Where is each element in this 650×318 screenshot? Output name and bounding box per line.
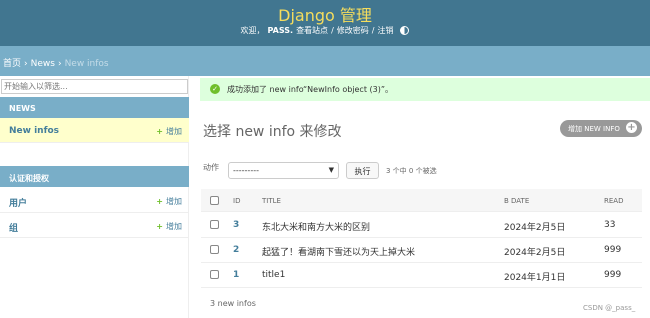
username: PASS. bbox=[267, 26, 294, 35]
site-brand[interactable]: Django 管理 bbox=[0, 2, 650, 26]
watermark: CSDN @_pass_ bbox=[583, 304, 636, 312]
result-count: 3 new infos bbox=[210, 299, 256, 308]
sidebar-item-label[interactable]: 组 bbox=[9, 224, 18, 234]
row-title: title1 bbox=[262, 270, 286, 280]
row-title: 东北大米和南方大米的区别 bbox=[262, 223, 371, 233]
add-new-info-button[interactable]: 增加 NEW INFO + bbox=[560, 120, 642, 137]
select-all-checkbox[interactable] bbox=[210, 196, 219, 205]
row-date: 2024年2月5日 bbox=[504, 248, 566, 258]
add-group-link[interactable]: + 增加 bbox=[156, 221, 182, 232]
row-date: 2024年1月1日 bbox=[504, 273, 566, 283]
add-user-link[interactable]: + 增加 bbox=[156, 196, 182, 207]
row-id-link[interactable]: 3 bbox=[233, 220, 239, 230]
change-password-link[interactable]: 修改密码 bbox=[337, 25, 369, 36]
sidebar-filter-input[interactable] bbox=[1, 79, 188, 94]
breadcrumb-current: New infos bbox=[64, 59, 109, 69]
row-date: 2024年2月5日 bbox=[504, 223, 566, 233]
table-row: 2 起猛了！看湖南下雪还以为天上掉大米 2024年2月5日 999 bbox=[201, 238, 642, 263]
separator: / bbox=[371, 26, 375, 35]
view-site-link[interactable]: 查看站点 bbox=[296, 25, 328, 36]
row-read: 999 bbox=[604, 245, 622, 255]
plus-icon: + bbox=[156, 197, 163, 206]
table-header: ID TITLE B DATE READ bbox=[201, 189, 642, 212]
nav-sidebar: NEWS New infos +增加 认证和授权 用户 +增加 组 +增加 bbox=[0, 76, 189, 318]
sidebar-item-label[interactable]: New infos bbox=[9, 126, 59, 136]
row-checkbox[interactable] bbox=[210, 270, 219, 279]
selection-counter: 3 个中 0 个被选 bbox=[386, 167, 437, 175]
breadcrumb: 首页 › News › New infos bbox=[0, 46, 650, 76]
breadcrumb-home[interactable]: 首页 bbox=[3, 59, 21, 69]
plus-icon: + bbox=[156, 222, 163, 231]
chevron-down-icon: ▼ bbox=[328, 166, 334, 174]
module-caption-news[interactable]: NEWS bbox=[0, 97, 189, 118]
module-caption-auth[interactable]: 认证和授权 bbox=[0, 166, 189, 187]
column-header-read[interactable]: READ bbox=[604, 197, 623, 205]
theme-toggle-icon[interactable] bbox=[400, 26, 410, 35]
row-id-link[interactable]: 1 bbox=[233, 270, 239, 280]
success-message: ✓ 成功添加了 new info“NewInfo object (3)”。 bbox=[200, 78, 650, 101]
column-header-id[interactable]: ID bbox=[233, 197, 240, 205]
actions-label: 动作 bbox=[203, 163, 219, 172]
row-id-link[interactable]: 2 bbox=[233, 245, 239, 255]
sidebar-item-label[interactable]: 用户 bbox=[9, 199, 27, 209]
plus-icon: + bbox=[156, 127, 163, 136]
check-icon: ✓ bbox=[210, 84, 220, 94]
row-checkbox[interactable] bbox=[210, 245, 219, 254]
row-title: 起猛了！看湖南下雪还以为天上掉大米 bbox=[262, 248, 416, 258]
welcome-text: 欢迎， bbox=[240, 26, 265, 35]
plus-icon: + bbox=[626, 122, 637, 133]
separator: / bbox=[331, 26, 334, 35]
user-tools: 欢迎， PASS. 查看站点 / 修改密码 / 注销 bbox=[0, 25, 650, 36]
site-header: Django 管理 欢迎， PASS. 查看站点 / 修改密码 / 注销 bbox=[0, 0, 650, 46]
logout-link[interactable]: 注销 bbox=[377, 25, 393, 36]
add-new-info-link[interactable]: + 增加 bbox=[156, 126, 182, 137]
breadcrumb-app[interactable]: News bbox=[31, 59, 55, 69]
column-header-title[interactable]: TITLE bbox=[262, 197, 281, 205]
row-read: 33 bbox=[604, 220, 616, 230]
page-title: 选择 new info 来修改 bbox=[203, 124, 342, 140]
table-row: 3 东北大米和南方大米的区别 2024年2月5日 33 bbox=[201, 213, 642, 238]
sidebar-item-users[interactable]: 用户 + 增加 bbox=[0, 188, 189, 213]
go-button[interactable]: 执行 bbox=[346, 162, 379, 179]
column-header-date[interactable]: B DATE bbox=[504, 197, 529, 205]
sidebar-item-groups[interactable]: 组 + 增加 bbox=[0, 213, 189, 238]
action-select[interactable]: --------- ▼ bbox=[228, 162, 339, 179]
sidebar-item-new-infos[interactable]: New infos + 增加 bbox=[0, 118, 189, 143]
row-read: 999 bbox=[604, 270, 622, 280]
success-message-text: 成功添加了 new info“NewInfo object (3)”。 bbox=[227, 85, 393, 94]
table-row: 1 title1 2024年1月1日 999 bbox=[201, 263, 642, 288]
row-checkbox[interactable] bbox=[210, 220, 219, 229]
